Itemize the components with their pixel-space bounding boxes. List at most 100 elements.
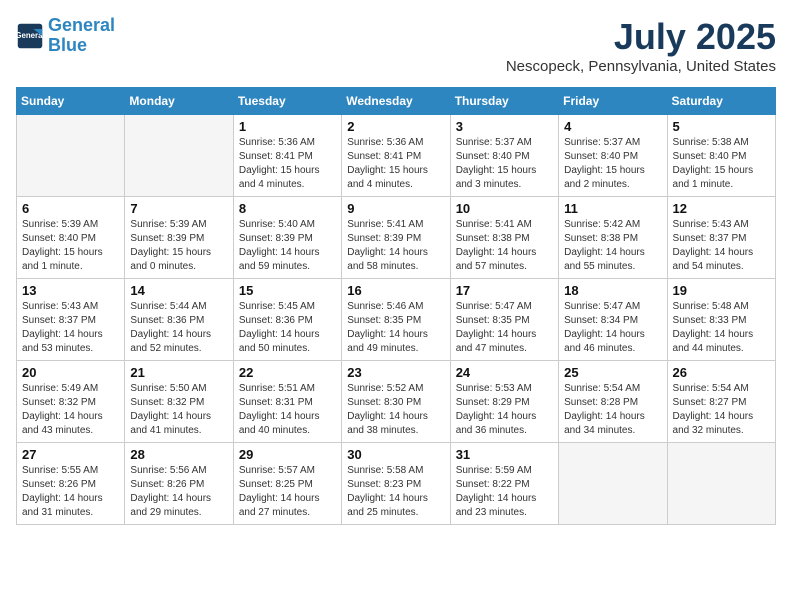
day-number: 29 [239, 447, 336, 462]
day-number: 9 [347, 201, 444, 216]
page-header: General GeneralBlue July 2025 Nescopeck,… [16, 16, 776, 75]
day-info: Sunrise: 5:50 AM Sunset: 8:32 PM Dayligh… [130, 382, 227, 438]
calendar-title: July 2025 [506, 16, 776, 58]
day-number: 16 [347, 283, 444, 298]
day-number: 21 [130, 365, 227, 380]
calendar-day-cell: 14 Sunrise: 5:44 AM Sunset: 8:36 PM Dayli… [125, 279, 233, 361]
calendar-day-cell: 16Sunrise: 5:46 AM Sunset: 8:35 PM Dayli… [342, 279, 450, 361]
calendar-day-cell [559, 443, 667, 525]
calendar-day-cell: 25 Sunrise: 5:54 AM Sunset: 8:28 PM Dayli… [559, 361, 667, 443]
day-info: Sunrise: 5:48 AM Sunset: 8:33 PM Dayligh… [673, 300, 770, 356]
title-block: July 2025 Nescopeck, Pennsylvania, Unite… [506, 16, 776, 75]
day-number: 12 [673, 201, 770, 216]
day-info: Sunrise: 5:36 AM Sunset: 8:41 PM Dayligh… [347, 136, 444, 192]
logo: General GeneralBlue [16, 16, 115, 56]
day-info: Sunrise: 5:38 AM Sunset: 8:40 PM Dayligh… [673, 136, 770, 192]
day-number: 18 [564, 283, 661, 298]
calendar-day-cell: 1 Sunrise: 5:36 AM Sunset: 8:41 PM Daylig… [233, 115, 341, 197]
day-info: Sunrise: 5:45 AM Sunset: 8:36 PM Dayligh… [239, 300, 336, 356]
day-number: 23 [347, 365, 444, 380]
day-info: Sunrise: 5:58 AM Sunset: 8:23 PM Dayligh… [347, 464, 444, 520]
day-info: Sunrise: 5:51 AM Sunset: 8:31 PM Dayligh… [239, 382, 336, 438]
day-info: Sunrise: 5:44 AM Sunset: 8:36 PM Dayligh… [130, 300, 227, 356]
calendar-day-header: Sunday [17, 88, 125, 115]
calendar-day-cell [125, 115, 233, 197]
calendar-day-header: Saturday [667, 88, 775, 115]
calendar-week-row: 13 Sunrise: 5:43 AM Sunset: 8:37 PM Dayli… [17, 279, 776, 361]
day-number: 19 [673, 283, 770, 298]
calendar-day-cell: 15 Sunrise: 5:45 AM Sunset: 8:36 PM Dayli… [233, 279, 341, 361]
day-info: Sunrise: 5:57 AM Sunset: 8:25 PM Dayligh… [239, 464, 336, 520]
day-info: Sunrise: 5:40 AM Sunset: 8:39 PM Dayligh… [239, 218, 336, 274]
day-info: Sunrise: 5:36 AM Sunset: 8:41 PM Dayligh… [239, 136, 336, 192]
day-number: 20 [22, 365, 119, 380]
day-info: Sunrise: 5:53 AM Sunset: 8:29 PM Dayligh… [456, 382, 553, 438]
calendar-day-cell: 5 Sunrise: 5:38 AM Sunset: 8:40 PM Daylig… [667, 115, 775, 197]
calendar-subtitle: Nescopeck, Pennsylvania, United States [506, 58, 776, 75]
day-number: 22 [239, 365, 336, 380]
calendar-day-cell: 7Sunrise: 5:39 AM Sunset: 8:39 PM Daylig… [125, 197, 233, 279]
day-number: 28 [130, 447, 227, 462]
day-info: Sunrise: 5:39 AM Sunset: 8:40 PM Dayligh… [22, 218, 119, 274]
calendar-day-cell: 26 Sunrise: 5:54 AM Sunset: 8:27 PM Dayli… [667, 361, 775, 443]
day-info: Sunrise: 5:41 AM Sunset: 8:39 PM Dayligh… [347, 218, 444, 274]
day-number: 6 [22, 201, 119, 216]
calendar-week-row: 20 Sunrise: 5:49 AM Sunset: 8:32 PM Dayli… [17, 361, 776, 443]
calendar-day-header: Wednesday [342, 88, 450, 115]
day-info: Sunrise: 5:43 AM Sunset: 8:37 PM Dayligh… [22, 300, 119, 356]
day-number: 30 [347, 447, 444, 462]
day-number: 3 [456, 119, 553, 134]
day-number: 13 [22, 283, 119, 298]
day-info: Sunrise: 5:49 AM Sunset: 8:32 PM Dayligh… [22, 382, 119, 438]
day-info: Sunrise: 5:47 AM Sunset: 8:35 PM Dayligh… [456, 300, 553, 356]
calendar-table: SundayMondayTuesdayWednesdayThursdayFrid… [16, 87, 776, 525]
day-number: 10 [456, 201, 553, 216]
day-number: 31 [456, 447, 553, 462]
day-info: Sunrise: 5:41 AM Sunset: 8:38 PM Dayligh… [456, 218, 553, 274]
day-number: 11 [564, 201, 661, 216]
day-info: Sunrise: 5:47 AM Sunset: 8:34 PM Dayligh… [564, 300, 661, 356]
calendar-day-cell: 13 Sunrise: 5:43 AM Sunset: 8:37 PM Dayli… [17, 279, 125, 361]
day-number: 25 [564, 365, 661, 380]
calendar-day-cell: 31 Sunrise: 5:59 AM Sunset: 8:22 PM Dayli… [450, 443, 558, 525]
day-info: Sunrise: 5:55 AM Sunset: 8:26 PM Dayligh… [22, 464, 119, 520]
calendar-day-cell: 19 Sunrise: 5:48 AM Sunset: 8:33 PM Dayli… [667, 279, 775, 361]
calendar-day-header: Tuesday [233, 88, 341, 115]
day-number: 8 [239, 201, 336, 216]
calendar-day-cell: 12Sunrise: 5:43 AM Sunset: 8:37 PM Dayli… [667, 197, 775, 279]
day-number: 17 [456, 283, 553, 298]
day-info: Sunrise: 5:37 AM Sunset: 8:40 PM Dayligh… [456, 136, 553, 192]
day-number: 27 [22, 447, 119, 462]
calendar-day-cell: 4Sunrise: 5:37 AM Sunset: 8:40 PM Daylig… [559, 115, 667, 197]
day-info: Sunrise: 5:42 AM Sunset: 8:38 PM Dayligh… [564, 218, 661, 274]
calendar-day-cell [17, 115, 125, 197]
day-number: 14 [130, 283, 227, 298]
day-number: 1 [239, 119, 336, 134]
calendar-day-header: Friday [559, 88, 667, 115]
day-number: 5 [673, 119, 770, 134]
day-info: Sunrise: 5:54 AM Sunset: 8:27 PM Dayligh… [673, 382, 770, 438]
day-info: Sunrise: 5:54 AM Sunset: 8:28 PM Dayligh… [564, 382, 661, 438]
calendar-day-cell: 2Sunrise: 5:36 AM Sunset: 8:41 PM Daylig… [342, 115, 450, 197]
day-info: Sunrise: 5:59 AM Sunset: 8:22 PM Dayligh… [456, 464, 553, 520]
calendar-day-cell: 21 Sunrise: 5:50 AM Sunset: 8:32 PM Dayli… [125, 361, 233, 443]
logo-text: GeneralBlue [48, 16, 115, 56]
calendar-day-cell: 29 Sunrise: 5:57 AM Sunset: 8:25 PM Dayli… [233, 443, 341, 525]
logo-icon: General [16, 22, 44, 50]
calendar-day-cell: 11 Sunrise: 5:42 AM Sunset: 8:38 PM Dayli… [559, 197, 667, 279]
calendar-day-cell [667, 443, 775, 525]
calendar-day-header: Thursday [450, 88, 558, 115]
calendar-day-cell: 10 Sunrise: 5:41 AM Sunset: 8:38 PM Dayli… [450, 197, 558, 279]
calendar-header-row: SundayMondayTuesdayWednesdayThursdayFrid… [17, 88, 776, 115]
calendar-day-cell: 27 Sunrise: 5:55 AM Sunset: 8:26 PM Dayli… [17, 443, 125, 525]
calendar-day-cell: 28 Sunrise: 5:56 AM Sunset: 8:26 PM Dayli… [125, 443, 233, 525]
calendar-day-cell: 22 Sunrise: 5:51 AM Sunset: 8:31 PM Dayli… [233, 361, 341, 443]
day-number: 26 [673, 365, 770, 380]
calendar-day-cell: 9 Sunrise: 5:41 AM Sunset: 8:39 PM Daylig… [342, 197, 450, 279]
calendar-week-row: 27 Sunrise: 5:55 AM Sunset: 8:26 PM Dayli… [17, 443, 776, 525]
calendar-week-row: 6 Sunrise: 5:39 AM Sunset: 8:40 PM Daylig… [17, 197, 776, 279]
day-number: 15 [239, 283, 336, 298]
calendar-day-cell: 24 Sunrise: 5:53 AM Sunset: 8:29 PM Dayli… [450, 361, 558, 443]
day-info: Sunrise: 5:56 AM Sunset: 8:26 PM Dayligh… [130, 464, 227, 520]
day-number: 24 [456, 365, 553, 380]
